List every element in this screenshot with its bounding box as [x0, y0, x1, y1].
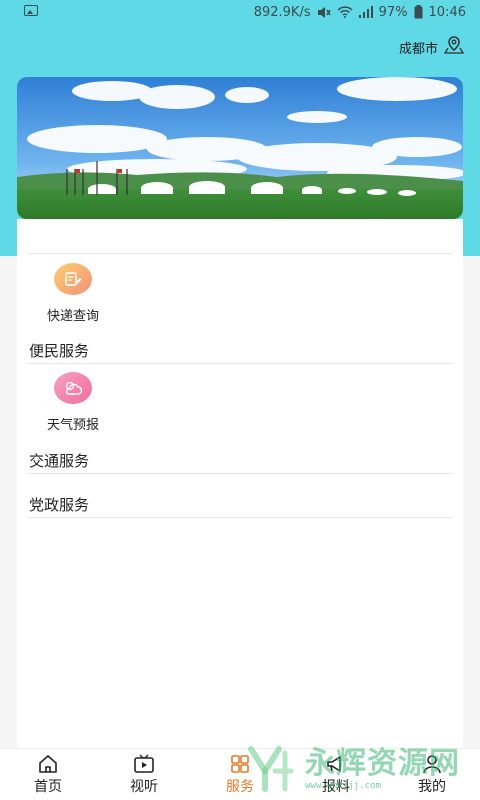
city-label: 成都市: [398, 41, 438, 57]
tab-service-label: 服务: [226, 778, 254, 795]
tab-service[interactable]: 服务: [192, 749, 288, 800]
service-grid-icon: [229, 754, 251, 774]
divider: [27, 517, 453, 518]
status-left: [24, 4, 38, 20]
status-bar: 892.9K/s 97% 10:46: [0, 0, 480, 24]
express-query-button[interactable]: 快递查询: [33, 263, 113, 324]
express-note-icon: [54, 263, 92, 295]
mute-icon: [317, 6, 331, 19]
divider: [27, 253, 453, 254]
weather-forecast-label: 天气预报: [46, 418, 99, 433]
divider: [27, 473, 453, 474]
user-icon: [421, 754, 443, 774]
section-title-traffic: 交通服务: [29, 452, 90, 470]
tab-home-label: 首页: [34, 778, 62, 795]
location-pin-icon: [443, 36, 465, 58]
battery-icon: [414, 5, 423, 19]
service-card: 快递查询 便民服务 天气预报 交通服务 党政服务: [17, 219, 463, 754]
wifi-icon: [337, 6, 353, 18]
signal-icon: [358, 6, 373, 18]
status-right: 892.9K/s 97% 10:46: [254, 5, 466, 20]
cloud-sun-icon: [54, 372, 92, 404]
video-icon: [132, 754, 156, 774]
express-query-label: 快递查询: [46, 309, 99, 324]
location-selector[interactable]: 成都市: [398, 36, 465, 58]
divider: [27, 363, 453, 364]
tab-mine-label: 我的: [418, 778, 446, 795]
section-title-convenience: 便民服务: [29, 342, 90, 360]
tab-video[interactable]: 视听: [96, 749, 192, 800]
tab-report-label: 报料: [322, 778, 350, 795]
home-icon: [37, 754, 59, 774]
tab-mine[interactable]: 我的: [384, 749, 480, 800]
gallery-icon: [24, 4, 38, 16]
bottom-tab-bar: 首页 视听 服务 报料 我的: [0, 748, 480, 800]
tab-video-label: 视听: [130, 778, 158, 795]
section-title-party: 党政服务: [29, 496, 90, 514]
weather-forecast-button[interactable]: 天气预报: [33, 372, 113, 433]
battery-percent: 97%: [378, 4, 408, 20]
banner-image[interactable]: [17, 77, 463, 219]
net-speed: 892.9K/s: [253, 4, 311, 20]
clock: 10:46: [428, 4, 466, 20]
tab-home[interactable]: 首页: [0, 749, 96, 800]
megaphone-icon: [325, 754, 347, 774]
tab-report[interactable]: 报料: [288, 749, 384, 800]
